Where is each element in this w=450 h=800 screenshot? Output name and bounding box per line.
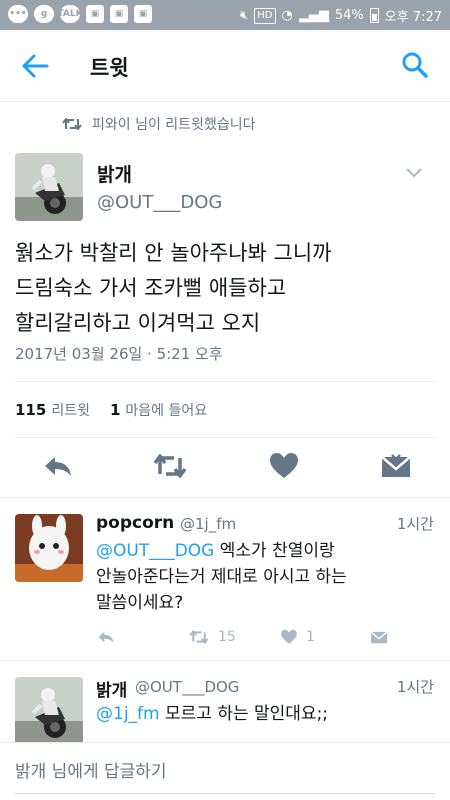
retweet-count[interactable]: 115 (15, 401, 46, 419)
reply-author-handle[interactable]: @1j_fm (180, 515, 236, 533)
like-count-label[interactable]: 마음에 들어요 (125, 400, 207, 420)
reply-button[interactable] (96, 629, 116, 645)
back-arrow-icon[interactable] (20, 52, 50, 80)
g-app-icon: g (34, 5, 54, 23)
reply-time: 1시간 (396, 515, 434, 533)
reply-author-name[interactable]: 밝개 (96, 676, 127, 701)
tweet-author-handle[interactable]: @OUT___DOG (97, 192, 222, 213)
like-count[interactable]: 1 (110, 401, 120, 419)
reply-composer: 밝개 님에게 답글하기 (0, 742, 450, 800)
reply-text-line: 안놀아준다는거 제대로 아시고 하는 (96, 567, 347, 587)
talk-icon: TALK (57, 5, 83, 23)
battery-icon (369, 8, 379, 23)
heart-icon (281, 629, 297, 644)
image-icon: ▣ (110, 5, 128, 23)
divider (15, 437, 435, 438)
image-icon: ▣ (86, 5, 104, 23)
like-count: 1 (306, 629, 315, 645)
reply-input[interactable]: 밝개 님에게 답글하기 (15, 757, 167, 782)
chat-bubble-icon: ••• (8, 5, 28, 23)
reply-text: @1j_fm 모르고 하는 말인대요;; (96, 701, 436, 727)
reply-icon[interactable] (42, 452, 74, 480)
retweet-count: 15 (218, 629, 236, 645)
retweet-context: 피와이 님이 리트윗했습니다 (62, 114, 255, 134)
mute-icon: 🔇︎ (240, 8, 249, 23)
avatar[interactable] (15, 514, 83, 582)
motorcycle-photo (15, 153, 83, 221)
divider (15, 381, 435, 382)
retweet-count-label[interactable]: 리트윗 (51, 400, 90, 420)
motorcycle-photo (15, 677, 83, 745)
reply-author-name[interactable]: popcorn (96, 513, 174, 533)
tweet-stats: 115 리트윗 1 마음에 들어요 (15, 400, 207, 420)
retweet-context-label: 피와이 님이 리트윗했습니다 (92, 117, 256, 133)
tweet-text-line: 할리갈리하고 이겨먹고 오지 (15, 311, 261, 335)
reply-text-line: 모르고 하는 말인대요;; (159, 704, 329, 724)
chevron-down-icon[interactable] (406, 168, 422, 178)
tweet-author-name[interactable]: 밝개 (97, 160, 132, 187)
clock: 오후 7:27 (384, 10, 442, 25)
reply-icon (98, 631, 114, 643)
retweet-icon[interactable] (152, 452, 188, 480)
retweet-button[interactable]: 15 (188, 629, 236, 645)
reply-text-line: 말씀이세요? (96, 593, 184, 613)
divider (0, 660, 450, 661)
plush-toy-photo (15, 514, 83, 582)
tweet-timestamp: 2017년 03월 26일 · 5:21 오후 (15, 345, 223, 363)
tweet-text-line: 드림숙소 가서 조카뻘 애들하고 (15, 276, 287, 300)
page-title: 트윗 (90, 56, 129, 80)
like-button[interactable]: 1 (280, 629, 315, 645)
tweet-text-line: 웕소가 박찰리 안 놀아주나봐 그니까 (15, 241, 332, 265)
divider (0, 497, 450, 498)
notification-icons: ••• g TALK ▣ ▣ ▣ (8, 5, 152, 23)
image-icon: ▣ (134, 5, 152, 23)
signal-icon: ▂▄▆ (298, 8, 329, 23)
status-bar: ••• g TALK ▣ ▣ ▣ 🔇︎ HD ◔ ▂▄▆ 54% 오후 7:27 (0, 0, 450, 30)
hd-icon: HD (254, 7, 276, 24)
reply-actions: 15 1 (0, 629, 450, 649)
avatar[interactable] (15, 677, 83, 745)
tweet-text: 웕소가 박찰리 안 놀아주나봐 그니까 드림숙소 가서 조카뻘 애들하고 할리갈… (15, 236, 435, 341)
direct-message-icon (370, 631, 388, 644)
heart-icon[interactable] (268, 452, 300, 480)
wifi-icon: ◔ (281, 8, 293, 23)
reply-input-underline (15, 793, 435, 794)
tweet-actions (0, 452, 450, 484)
mention-link[interactable]: @OUT___DOG (96, 541, 214, 561)
mention-link[interactable]: @1j_fm (96, 704, 160, 724)
reply-time: 1시간 (396, 678, 434, 696)
battery-percent: 54% (334, 8, 364, 23)
retweet-icon (62, 118, 82, 130)
search-icon[interactable] (400, 50, 430, 80)
app-header: 트윗 (0, 30, 450, 102)
reply-text-line: 엑소가 찬열이랑 (214, 541, 335, 561)
reply-text: @OUT___DOG 엑소가 찬열이랑 안놀아준다는거 제대로 아시고 하는 말… (96, 538, 436, 616)
direct-message-icon[interactable] (380, 452, 412, 480)
direct-message-button[interactable] (369, 629, 389, 645)
system-icons: 🔇︎ HD ◔ ▂▄▆ 54% 오후 7:27 (240, 6, 442, 25)
retweet-icon (189, 630, 209, 644)
avatar[interactable] (15, 153, 83, 221)
reply-author-handle[interactable]: @OUT___DOG (135, 678, 239, 696)
